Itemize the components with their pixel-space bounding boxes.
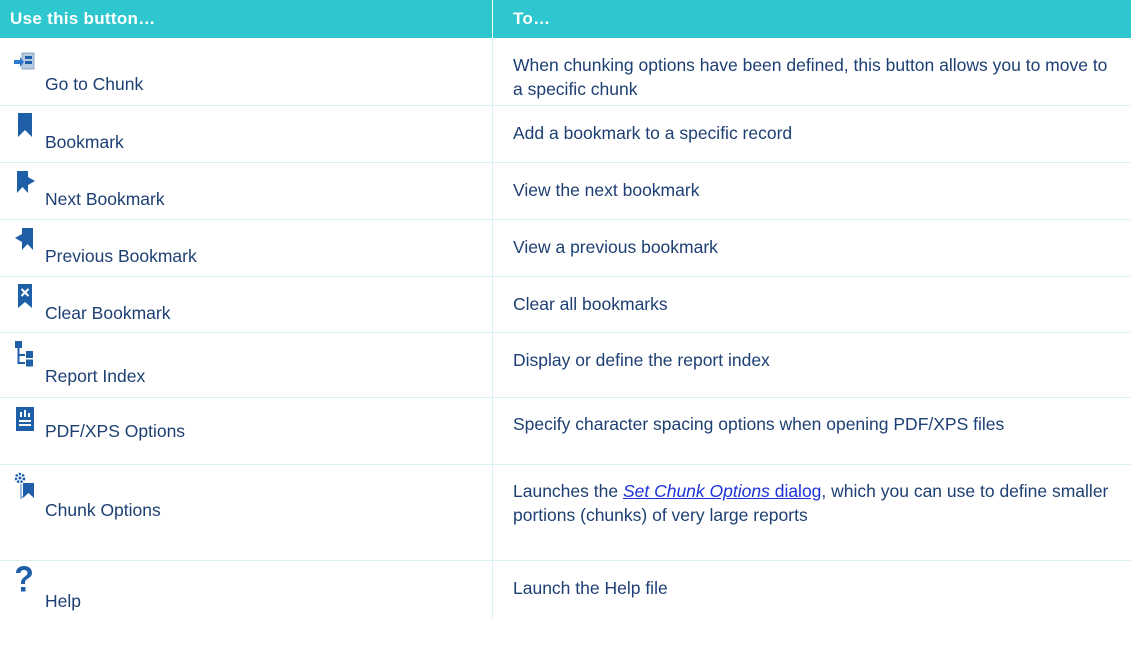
- button-name: Bookmark: [45, 132, 124, 152]
- description: Clear all bookmarks: [513, 294, 668, 314]
- table-row: Report Index Display or define the repor…: [0, 333, 1131, 398]
- go-to-chunk-icon: [11, 48, 39, 76]
- description: View the next bookmark: [513, 180, 700, 200]
- link-text: dialog: [769, 481, 822, 501]
- button-name: Next Bookmark: [45, 189, 165, 209]
- table-row: Clear Bookmark Clear all bookmarks: [0, 277, 1131, 333]
- description: Launch the Help file: [513, 578, 668, 598]
- table-row: Next Bookmark View the next bookmark: [0, 163, 1131, 220]
- link-italic-text: Set Chunk Options: [622, 481, 770, 501]
- pdf-xps-options-icon: [11, 405, 39, 433]
- table-row: Go to Chunk When chunking options have b…: [0, 39, 1131, 106]
- button-name: Report Index: [45, 366, 146, 386]
- table-row: Bookmark Add a bookmark to a specific re…: [0, 106, 1131, 163]
- description: Add a bookmark to a specific record: [513, 123, 793, 143]
- chunk-options-icon: [11, 471, 39, 499]
- header-to: To…: [513, 9, 551, 28]
- table-row: Previous Bookmark View a previous bookma…: [0, 220, 1131, 277]
- button-name: Previous Bookmark: [45, 246, 197, 266]
- button-reference-table: Use this button… To… Go to Chunk When ch…: [0, 0, 1131, 658]
- previous-bookmark-icon: [11, 225, 39, 253]
- description-prefix: Launches the: [513, 481, 623, 501]
- button-name: Chunk Options: [45, 500, 161, 520]
- header-use-this-button: Use this button…: [0, 0, 493, 38]
- next-bookmark-icon: [11, 168, 39, 196]
- description: Specify character spacing options when o…: [513, 414, 1005, 434]
- table-row: PDF/XPS Options Specify character spacin…: [0, 398, 1131, 465]
- table-row: Help Launch the Help file: [0, 561, 1131, 618]
- description: Launches the Set Chunk Options dialog, w…: [493, 465, 1131, 560]
- table-row: Chunk Options Launches the Set Chunk Opt…: [0, 465, 1131, 561]
- button-name: PDF/XPS Options: [45, 421, 186, 441]
- clear-bookmark-icon: [11, 282, 39, 310]
- bookmark-icon: [11, 111, 39, 139]
- description: View a previous bookmark: [513, 237, 718, 257]
- help-icon: [13, 566, 35, 594]
- button-name: Go to Chunk: [45, 74, 144, 94]
- report-index-icon: [11, 339, 39, 367]
- description: When chunking options have been defined,…: [513, 55, 1108, 99]
- description: Display or define the report index: [513, 350, 770, 370]
- button-name: Clear Bookmark: [45, 303, 171, 323]
- table-header: Use this button… To…: [0, 0, 1131, 39]
- button-name: Help: [45, 591, 81, 611]
- set-chunk-options-dialog-link[interactable]: Set Chunk Options dialog: [623, 481, 821, 501]
